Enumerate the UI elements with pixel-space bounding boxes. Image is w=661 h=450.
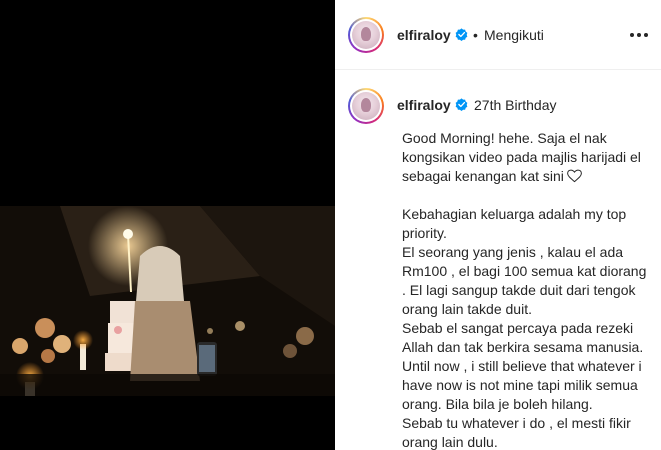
post-panel: elfiraloy • Mengikuti elfiraloy 27th Bir… [335,0,661,450]
caption-line: Kebahagian keluarga adalah my top priori… [402,206,631,241]
following-button[interactable]: Mengikuti [484,27,544,43]
username-link[interactable]: elfiraloy [397,27,451,43]
post-media[interactable] [0,0,335,450]
post-header: elfiraloy • Mengikuti [335,0,661,70]
caption-line: Sebab el sangat percaya pada rezeki Alla… [402,320,644,355]
caption-username-link[interactable]: elfiraloy [397,97,451,113]
separator-dot: • [473,27,478,43]
caption-text: Good Morning! hehe. Saja el nak kongsika… [402,129,654,450]
video-frame[interactable] [0,206,335,396]
caption-section: elfiraloy 27th Birthday Good Morning! he… [335,71,661,450]
caption-line: Until now , i still believe that whateve… [402,358,646,412]
caption-line: Sebab tu whatever i do , el mesti fikir … [402,415,635,450]
caption-line: Good Morning! hehe. Saja el nak kongsika… [402,130,645,184]
verified-badge-icon [455,98,468,111]
more-options-icon[interactable] [629,27,649,43]
verified-badge-icon [455,28,468,41]
birthday-scene [0,206,335,396]
caption-avatar[interactable] [348,88,384,124]
caption-line: El seorang yang jenis , kalau el ada Rm1… [402,244,651,317]
heart-icon [567,169,582,183]
caption-title: 27th Birthday [474,97,557,113]
avatar[interactable] [348,17,384,53]
